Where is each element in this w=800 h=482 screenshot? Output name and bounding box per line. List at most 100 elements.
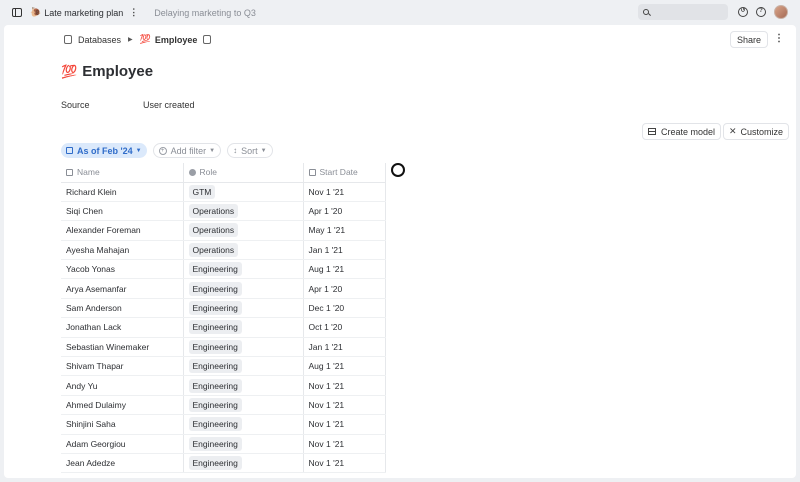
cell-role[interactable]: Engineering [183,434,304,454]
cell-name[interactable]: Andy Yu [61,375,184,396]
cell-start-date[interactable]: Nov 1 '21 [303,453,386,474]
add-filter-label: Add filter [170,145,207,156]
cell-name[interactable]: Alexander Foreman [61,220,184,241]
table-row[interactable]: Alexander Foreman Operations May 1 '21 [61,220,386,241]
create-model-button[interactable]: Create model [642,123,722,140]
cell-role[interactable]: Engineering [183,356,304,377]
table-row[interactable]: Richard Klein GTM Nov 1 '21 [61,182,386,202]
cell-role[interactable]: Operations [183,201,304,222]
table-row[interactable]: Jonathan Lack Engineering Oct 1 '20 [61,317,386,338]
chevron-down-icon: ▼ [135,147,142,154]
document-title[interactable]: Late marketing plan [44,8,123,18]
cell-name[interactable]: Jean Adedze [61,453,184,474]
cell-start-date[interactable]: Apr 1 '20 [303,201,386,222]
plus-icon: + [158,146,167,155]
table-row[interactable]: Adam Georgiou Engineering Nov 1 '21 [61,434,386,454]
more-options-icon[interactable]: ⋮ [774,33,784,44]
sidebar-toggle-icon[interactable] [12,8,22,17]
breadcrumb-employee[interactable]: Employee [155,35,198,45]
table-row[interactable]: Jean Adedze Engineering Nov 1 '21 [61,453,386,474]
table-row[interactable]: Shivam Thapar Engineering Aug 1 '21 [61,356,386,377]
main-page: Databases ▶ 💯 Employee Share ⋮ 💯 Employe… [4,25,796,478]
cell-role[interactable]: Engineering [183,317,304,338]
cell-role[interactable]: GTM [183,182,304,202]
property-value-source[interactable]: User created [143,100,195,110]
cell-start-date[interactable]: May 1 '21 [303,220,386,241]
cell-name[interactable]: Arya Asemanfar [61,278,184,299]
cell-name[interactable]: Yacob Yonas [61,259,184,280]
share-button[interactable]: Share [729,31,768,48]
cell-role[interactable]: Engineering [183,375,304,396]
cell-start-date[interactable]: Nov 1 '21 [303,395,386,416]
cell-role[interactable]: Engineering [183,453,304,474]
table-row[interactable]: Andy Yu Engineering Nov 1 '21 [61,375,386,396]
search-icon [643,9,649,15]
cell-start-date[interactable]: Jan 1 '21 [303,240,386,261]
cell-role[interactable]: Engineering [183,298,304,319]
sort-button[interactable]: ↕ Sort ▼ [227,143,273,158]
cell-name[interactable]: Ayesha Mahajan [61,240,184,261]
cell-start-date[interactable]: Dec 1 '20 [303,298,386,319]
cell-role[interactable]: Engineering [183,259,304,280]
page-icon[interactable] [203,35,212,44]
cell-start-date[interactable]: Nov 1 '21 [303,434,386,454]
table-row[interactable]: Siqi Chen Operations Apr 1 '20 [61,201,386,222]
cell-name[interactable]: Shinjini Saha [61,414,184,435]
cell-name[interactable]: Sebastian Winemaker [61,337,184,358]
page-title-text[interactable]: Employee [82,63,153,80]
cell-role[interactable]: Engineering [183,414,304,435]
table-row[interactable]: Yacob Yonas Engineering Aug 1 '21 [61,259,386,280]
filter-bar: As of Feb '24 ▼ + Add filter ▼ ↕ Sort ▼ [61,143,279,158]
cell-role[interactable]: Operations [183,220,304,241]
table-row[interactable]: Ahmed Dulaimy Engineering Nov 1 '21 [61,395,386,416]
avatar[interactable] [774,5,788,19]
table-row[interactable]: Sam Anderson Engineering Dec 1 '20 [61,298,386,319]
table-row[interactable]: Sebastian Winemaker Engineering Jan 1 '21 [61,337,386,358]
table-row[interactable]: Ayesha Mahajan Operations Jan 1 '21 [61,240,386,261]
column-header-name[interactable]: Name [61,163,184,183]
snail-icon: 🐌 [30,7,42,17]
search-input[interactable] [652,7,722,17]
cell-role[interactable]: Engineering [183,278,304,299]
cell-start-date[interactable]: Nov 1 '21 [303,375,386,396]
help-icon[interactable]: ? [756,7,766,17]
cell-start-date[interactable]: Apr 1 '20 [303,278,386,299]
cell-name[interactable]: Sam Anderson [61,298,184,319]
table-row[interactable]: Shinjini Saha Engineering Nov 1 '21 [61,414,386,435]
document-subtitle[interactable]: Delaying marketing to Q3 [154,8,256,18]
cell-role[interactable]: Operations [183,240,304,261]
cell-role[interactable]: Engineering [183,395,304,416]
customize-button[interactable]: ✕ Customize [723,123,790,140]
cell-start-date[interactable]: Aug 1 '21 [303,356,386,377]
column-header-start-date[interactable]: Start Date [303,163,386,183]
history-icon[interactable]: ↺ [738,7,748,17]
column-header-role[interactable]: Role [183,163,304,183]
cell-name[interactable]: Siqi Chen [61,201,184,222]
cell-start-date[interactable]: Jan 1 '21 [303,337,386,358]
role-tag: Operations [188,223,239,238]
add-filter-button[interactable]: + Add filter ▼ [152,143,222,158]
cell-name[interactable]: Jonathan Lack [61,317,184,338]
cell-start-date[interactable]: Nov 1 '21 [303,414,386,435]
text-field-icon [66,169,73,177]
cell-start-date[interactable]: Aug 1 '21 [303,259,386,280]
cell-name[interactable]: Adam Georgiou [61,434,184,454]
customize-label: Customize [740,126,784,137]
cell-start-date[interactable]: Oct 1 '20 [303,317,386,338]
top-bar-right: ↺ ? [638,4,788,20]
role-tag: Engineering [188,456,242,471]
cell-name[interactable]: Richard Klein [61,182,184,202]
top-bar-left: 🐌 Late marketing plan ⋮ Delaying marketi… [0,7,256,18]
breadcrumb-databases[interactable]: Databases [78,35,121,45]
search-box[interactable] [638,4,728,20]
cell-role[interactable]: Engineering [183,337,304,358]
document-menu-icon[interactable]: ⋮ [129,7,138,18]
date-field-icon [308,169,316,177]
cell-name[interactable]: Shivam Thapar [61,356,184,377]
cell-start-date[interactable]: Nov 1 '21 [303,182,386,202]
as-of-date-chip[interactable]: As of Feb '24 ▼ [61,143,147,158]
cell-name[interactable]: Ahmed Dulaimy [61,395,184,416]
property-label-source: Source [61,100,90,110]
page-title: 💯 Employee [61,63,153,80]
table-row[interactable]: Arya Asemanfar Engineering Apr 1 '20 [61,278,386,299]
